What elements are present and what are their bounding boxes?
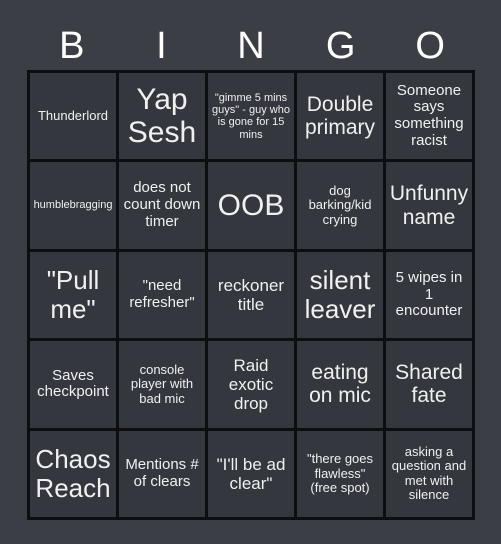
bingo-header-letter-i: I	[156, 25, 167, 67]
bingo-header-letter-b: B	[59, 25, 85, 67]
bingo-card: B I N G O Thunderlord Yap Sesh "gimme 5 …	[0, 0, 501, 544]
bingo-cell[interactable]: OOB	[208, 162, 294, 249]
bingo-cell[interactable]: Double primary	[297, 73, 383, 160]
bingo-cell[interactable]: Shared fate	[386, 341, 472, 428]
bingo-cell[interactable]: console player with bad mic	[119, 341, 205, 428]
bingo-cell[interactable]: "Pull me"	[30, 251, 116, 339]
bingo-header-letter-g: G	[325, 25, 356, 67]
bingo-cell[interactable]: Saves checkpoint	[30, 341, 116, 428]
bingo-cell[interactable]: Chaos Reach	[30, 430, 116, 517]
bingo-cell[interactable]: Unfunny name	[386, 162, 472, 249]
bingo-cell[interactable]: eating on mic	[297, 341, 383, 428]
bingo-header-row: B I N G O	[27, 22, 475, 70]
bingo-cell[interactable]: humblebragging	[30, 162, 116, 249]
bingo-header-letter-o: O	[415, 25, 445, 67]
bingo-cell[interactable]: "need refresher"	[119, 251, 205, 339]
bingo-cell[interactable]: reckoner title	[208, 251, 294, 339]
bingo-cell[interactable]: dog barking/kid crying	[297, 162, 383, 249]
bingo-cell[interactable]: Raid exotic drop	[208, 341, 294, 428]
bingo-cell[interactable]: "I'll be ad clear"	[208, 430, 294, 517]
bingo-cell[interactable]: Mentions # of clears	[119, 430, 205, 517]
bingo-cell[interactable]: silent leaver	[297, 251, 383, 339]
bingo-cell[interactable]: asking a question and met with silence	[386, 430, 472, 517]
bingo-cell[interactable]: "gimme 5 mins guys" - guy who is gone fo…	[208, 73, 294, 160]
bingo-cell[interactable]: does not count down timer	[119, 162, 205, 249]
bingo-cell[interactable]: Someone says something racist	[386, 73, 472, 160]
bingo-cell[interactable]: 5 wipes in 1 encounter	[386, 251, 472, 339]
bingo-cell-free-spot[interactable]: "there goes flawless" (free spot)	[297, 430, 383, 517]
bingo-cell[interactable]: Yap Sesh	[119, 73, 205, 160]
bingo-grid: Thunderlord Yap Sesh "gimme 5 mins guys"…	[27, 70, 475, 520]
bingo-header-letter-n: N	[237, 25, 265, 67]
bingo-cell[interactable]: Thunderlord	[30, 73, 116, 160]
